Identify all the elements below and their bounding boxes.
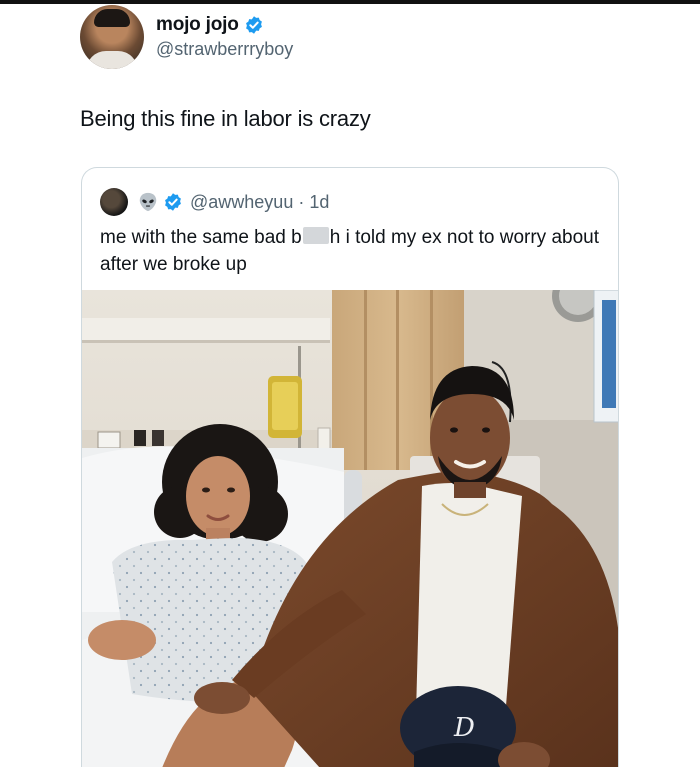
quoted-avatar[interactable] xyxy=(100,188,128,216)
quoted-tweet-photo[interactable]: D xyxy=(82,290,618,767)
tweet-header: mojo jojo @strawberrryboy xyxy=(80,4,293,70)
verified-badge-icon xyxy=(165,193,181,211)
hospital-photo-illustration: D xyxy=(82,290,618,767)
tweet-text: Being this fine in labor is crazy xyxy=(80,106,371,131)
quoted-handle-time[interactable]: @awwheyuu · 1d xyxy=(190,192,329,213)
quoted-tweet-card[interactable]: @awwheyuu · 1d me with the same bad bh i… xyxy=(81,167,619,767)
verified-badge-icon xyxy=(245,16,262,34)
display-name[interactable]: mojo jojo xyxy=(156,14,239,36)
alien-emoji-icon xyxy=(139,192,157,212)
avatar[interactable] xyxy=(80,5,144,69)
quoted-tweet-header: @awwheyuu · 1d xyxy=(100,188,329,216)
quoted-text-start: me with the same bad b xyxy=(100,227,302,248)
quoted-tweet-text: me with the same bad bh i told my ex not… xyxy=(100,224,610,278)
author-handle[interactable]: @strawberrryboy xyxy=(156,39,293,60)
author-names: mojo jojo @strawberrryboy xyxy=(156,14,293,60)
censor-block xyxy=(302,227,329,244)
svg-text:D: D xyxy=(453,713,475,743)
